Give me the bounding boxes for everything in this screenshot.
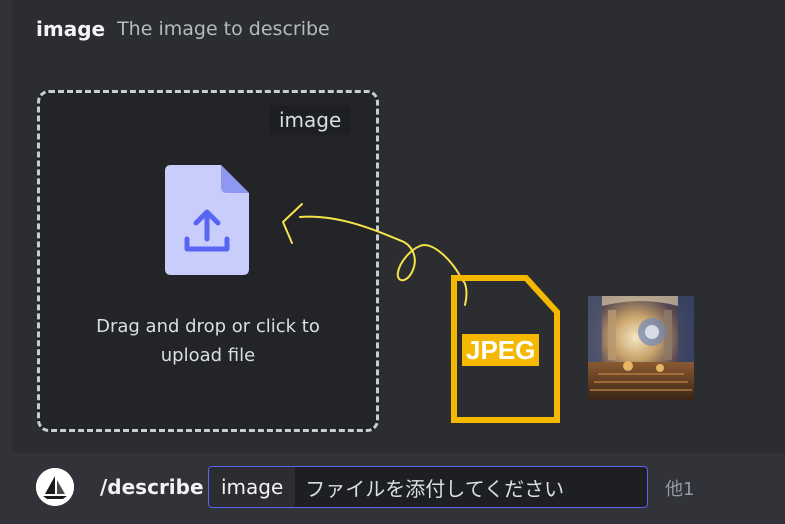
option-name: image bbox=[36, 17, 106, 41]
dropzone-instruction-line2: upload file bbox=[160, 345, 256, 366]
command-option-key: image bbox=[209, 467, 296, 507]
option-header: image The image to describe bbox=[12, 0, 785, 58]
command-option-input[interactable]: image ファイルを添付してください bbox=[208, 466, 648, 508]
more-options-link[interactable]: 他1 bbox=[665, 475, 694, 501]
option-description: The image to describe bbox=[117, 18, 330, 40]
upload-file-icon bbox=[165, 165, 249, 275]
image-thumbnail[interactable] bbox=[588, 296, 694, 400]
command-option-placeholder: ファイルを添付してください bbox=[305, 476, 565, 501]
dropzone-instructions: Drag and drop or click to upload file bbox=[40, 312, 376, 370]
dropzone-tag: image bbox=[269, 105, 352, 135]
dropzone-instruction-line1: Drag and drop or click to bbox=[96, 316, 320, 337]
command-name: /describe bbox=[100, 475, 204, 499]
jpeg-label: JPEG bbox=[462, 334, 540, 366]
sailboat-icon bbox=[36, 468, 74, 506]
bot-avatar bbox=[36, 468, 74, 506]
